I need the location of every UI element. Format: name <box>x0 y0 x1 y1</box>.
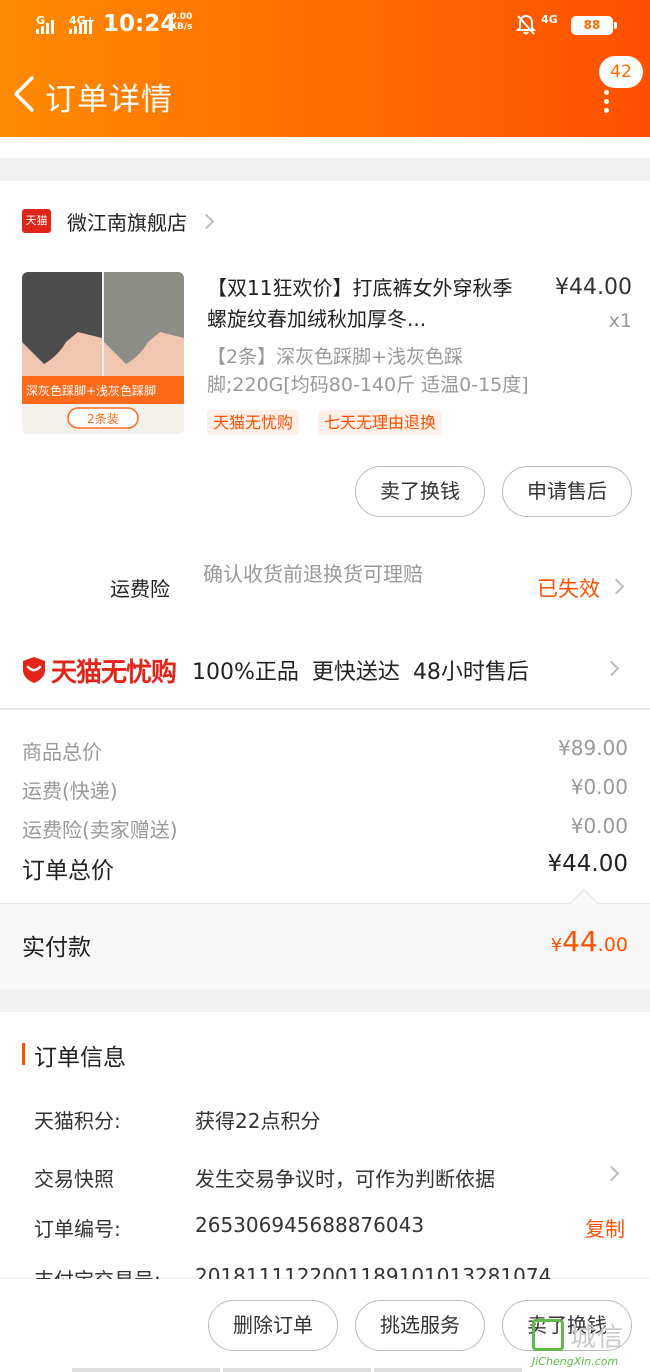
request-after-sale-button[interactable]: 申请售后 <box>502 466 632 517</box>
fee-value-shipping: ¥0.00 <box>570 775 628 799</box>
tag-wuyou: 天猫无忧购 <box>207 410 300 435</box>
shipping-insurance-status[interactable]: 已失效 <box>537 573 600 603</box>
order-item-card <box>0 181 650 708</box>
nav-gesture-bar <box>223 1368 371 1372</box>
header-spacer <box>0 137 650 158</box>
fee-value-goods: ¥89.00 <box>558 736 628 760</box>
fee-label-insurance: 运费险(卖家赠送) <box>22 818 178 842</box>
fee-label-goods: 商品总价 <box>22 740 102 764</box>
copy-order-number-button[interactable]: 复制 <box>585 1213 625 1242</box>
section-marker <box>22 1043 25 1065</box>
wuyou-item-aftersale: 48小时售后 <box>412 660 529 685</box>
bell-muted-icon <box>516 14 536 35</box>
tmall-shop-icon: 天猫 <box>22 209 51 233</box>
info-key-order-number: 订单编号: <box>34 1217 121 1241</box>
info-value-points: 获得22点积分 <box>195 1109 321 1133</box>
back-button[interactable] <box>10 74 40 114</box>
watermark-text: 城信 <box>570 1323 625 1353</box>
clock: 10:24 <box>103 11 177 37</box>
more-menu-button[interactable] <box>600 90 614 113</box>
net-speed-value: 0.00 <box>170 12 193 22</box>
tmall-shield-icon <box>23 657 45 683</box>
delete-order-button[interactable]: 删除订单 <box>208 1300 338 1351</box>
net-speed-unit: KB/s <box>170 22 193 32</box>
info-value-snapshot[interactable]: 发生交易争议时，可作为判断依据 <box>195 1163 495 1192</box>
signal-bars-1-icon <box>36 20 54 34</box>
network-type: 4G <box>541 13 558 26</box>
order-total-label: 订单总价 <box>22 858 114 884</box>
nav-gesture-bar <box>374 1368 522 1372</box>
status-bar: G 4G+ 10:24 0.00 KB/s 4G 88 <box>0 0 650 52</box>
page-title: 订单详情 <box>45 82 173 118</box>
shop-row[interactable]: 天猫 微江南旗舰店 <box>22 207 215 235</box>
watermark: 城信 JiChengXin.com <box>532 1317 646 1369</box>
watermark-logo-icon <box>532 1319 564 1351</box>
wuyou-item-genuine: 100%正品 <box>192 660 299 685</box>
paid-integer: 44 <box>562 925 598 958</box>
wuyou-item-fast: 更快送达 <box>311 660 400 685</box>
app-header: G 4G+ 10:24 0.00 KB/s 4G 88 订单详情 42 <box>0 0 650 137</box>
watermark-subtext: JiChengXin.com <box>532 1355 619 1368</box>
paid-label: 实付款 <box>22 935 91 961</box>
product-price: ¥44.00 <box>555 275 632 300</box>
product-title[interactable]: 【双11狂欢价】打底裤女外穿秋季螺旋纹春加绒秋加厚冬... <box>207 273 532 335</box>
net-speed: 0.00 KB/s <box>170 12 192 32</box>
wuyou-row[interactable]: 天猫无忧购 100%正品 更快送达 48小时售后 <box>22 650 529 690</box>
shipping-insurance-label: 运费险 <box>110 577 170 601</box>
thumb-badge: 2条装 <box>87 412 119 426</box>
wuyou-name: 天猫无忧购 <box>51 657 177 688</box>
fee-label-shipping: 运费(快递) <box>22 779 118 803</box>
product-quantity: x1 <box>608 310 632 332</box>
fee-value-insurance: ¥0.00 <box>570 814 628 838</box>
info-key-snapshot[interactable]: 交易快照 <box>34 1163 114 1192</box>
paid-amount: ¥44.00 <box>551 925 628 958</box>
info-key-points: 天猫积分: <box>34 1109 121 1133</box>
leggings-image-icon: 深灰色踩脚+浅灰色踩脚 2条装 <box>22 272 184 434</box>
battery-icon: 88 <box>571 16 617 35</box>
paid-currency: ¥ <box>550 935 563 956</box>
product-sku: 【2条】深灰色踩脚+浅灰色踩脚;220G[均码80-140斤 适温0-15度] <box>207 346 529 396</box>
product-thumbnail[interactable]: 深灰色踩脚+浅灰色踩脚 2条装 <box>22 272 184 434</box>
paid-decimal: .00 <box>597 934 628 956</box>
order-info-title: 订单信息 <box>34 1045 126 1071</box>
shop-name: 微江南旗舰店 <box>67 210 187 235</box>
message-count-badge[interactable]: 42 <box>599 56 643 88</box>
order-total-value: ¥44.00 <box>547 851 628 877</box>
chevron-right-icon <box>198 213 215 229</box>
info-value-order-number: 265306945688876043 <box>195 1213 425 1237</box>
nav-gesture-bar <box>72 1368 220 1372</box>
shipping-insurance-desc: 确认收货前退换货可理赔 <box>203 562 423 586</box>
battery-level: 88 <box>583 18 601 32</box>
select-service-button[interactable]: 挑选服务 <box>355 1300 485 1351</box>
signal-bars-2-icon <box>69 20 92 34</box>
sell-for-cash-button[interactable]: 卖了换钱 <box>355 466 485 517</box>
thumb-caption: 深灰色踩脚+浅灰色踩脚 <box>26 383 156 398</box>
tag-7day-return: 七天无理由退换 <box>318 410 443 435</box>
